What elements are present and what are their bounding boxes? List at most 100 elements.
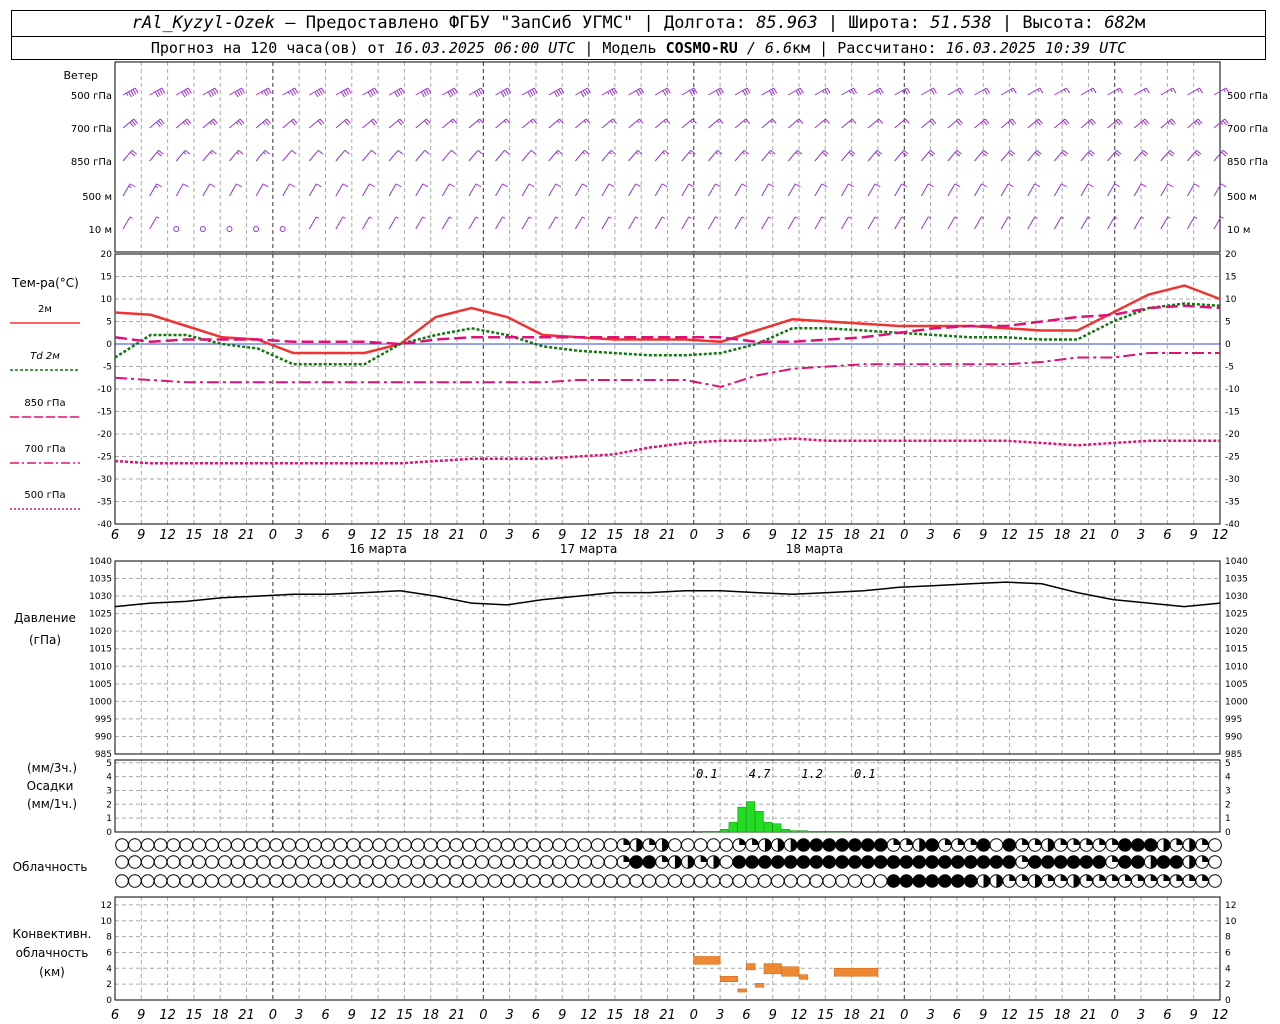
cloud-symbol (320, 874, 335, 888)
wind-barb-feather (585, 118, 591, 124)
x-tick-label-bottom: 12 (1212, 1008, 1229, 1023)
cloud-symbol-quarter (1086, 838, 1093, 845)
wind-barb (947, 216, 956, 230)
pressure-unit: (гПа) (29, 633, 61, 647)
wind-barb (335, 183, 344, 197)
wind-barb-feather (582, 90, 587, 96)
meteogram-chart: Ветер 500 гПа 500 гПа 700 гПа 700 гПа 850 гПа… (10, 61, 1268, 1023)
wind-barb-feather (821, 183, 828, 188)
wind-barb (1053, 183, 1062, 197)
wind-barb-feather (693, 87, 698, 94)
temp-tick-label: -20 (97, 430, 112, 440)
cloud-symbol (1169, 855, 1184, 869)
wind-barb-feather (450, 120, 454, 124)
wind-barb (441, 183, 450, 197)
wind-barb (495, 183, 503, 197)
wind-barb-feather (559, 118, 564, 124)
precip-bar (763, 822, 773, 833)
temp-tick-label-right: -20 (1225, 430, 1240, 440)
precip-bar (833, 831, 843, 833)
wind-barb (122, 216, 131, 230)
cloud-symbol (462, 874, 476, 888)
wind-barb (1160, 183, 1169, 197)
wind-barb-feather (185, 89, 190, 95)
wind-barb (335, 149, 346, 162)
wind-barb-feather (156, 216, 160, 219)
x-tick-label-bottom: 0 (690, 1008, 698, 1023)
wind-barb-feather (954, 183, 961, 188)
wind-barb-feather (1119, 87, 1124, 94)
cloud-symbol (385, 874, 399, 888)
x-tick-label-bottom: 12 (791, 1008, 808, 1023)
wind-barb (814, 183, 823, 197)
wind-barb-feather (1034, 183, 1041, 188)
conv-title-line: облачность (16, 946, 89, 960)
wind-barb-feather (609, 151, 612, 155)
wind-barb-feather (688, 151, 692, 155)
cloud-symbol (385, 855, 399, 869)
wind-barb-feather (369, 90, 374, 96)
wind-barb (415, 183, 424, 197)
x-tick-label: 6 (321, 528, 329, 543)
cloud-symbol (243, 838, 258, 852)
wind-barb-feather (1140, 183, 1147, 188)
wind-barb-feather (906, 87, 911, 94)
x-tick-label: 15 (186, 528, 203, 543)
cloud-symbol-quarter (1150, 874, 1158, 881)
cloud-symbol (205, 855, 219, 869)
wind-barb-feather (183, 151, 187, 155)
wind-barb-feather (235, 121, 239, 125)
wind-barb-feather (425, 89, 430, 95)
wind-barb (308, 216, 317, 230)
precip-tick-label-right: 0 (1225, 828, 1231, 838)
x-tick-label-bottom: 6 (321, 1008, 329, 1023)
wind-barb-feather (1090, 89, 1093, 93)
x-tick-label: 18 (212, 528, 229, 543)
cloud-symbol (590, 874, 605, 888)
cloud-symbol (166, 855, 181, 869)
wind-barb-feather (1007, 121, 1011, 125)
cloud-symbol (436, 838, 451, 852)
x-tick-label-bottom: 15 (396, 1008, 413, 1023)
cloud-symbol (796, 874, 811, 888)
cloud-symbol-quarter (893, 838, 900, 845)
cloud-symbol (256, 855, 271, 869)
wind-barb (415, 149, 426, 162)
wind-barb-feather (580, 91, 585, 98)
cloud-symbol (745, 874, 759, 888)
wind-barb-feather (1194, 216, 1198, 219)
cloud-symbol-half (790, 838, 797, 852)
cloud-symbol (796, 855, 811, 869)
wind-barb-feather (423, 90, 427, 96)
wind-barb-feather (957, 89, 962, 95)
cloud-symbol (938, 855, 952, 869)
wind-row (122, 216, 1224, 232)
wind-barb-feather (794, 183, 801, 188)
conv-tick-label-right: 10 (1225, 917, 1237, 927)
wind-barb (468, 183, 477, 197)
x-tick-label-bottom: 18 (212, 1008, 229, 1023)
precip-tick-label: 4 (106, 773, 112, 783)
wind-barb-feather (502, 216, 506, 219)
wind-barb (415, 216, 424, 230)
cloud-symbol (758, 855, 772, 869)
wind-barb (468, 149, 479, 162)
cloud-symbol (1079, 855, 1094, 869)
cloud-symbol (899, 855, 914, 869)
cloud-symbol (552, 874, 567, 888)
precip-tick-label: 3 (106, 786, 112, 796)
wind-barb-feather (477, 149, 483, 155)
cloud-symbol (500, 874, 515, 888)
wind-barb-feather (262, 183, 269, 188)
wind-barb-feather (609, 90, 614, 96)
wind-barb-feather (1167, 216, 1171, 219)
wind-barb-feather (1223, 89, 1226, 93)
precip-unit-1h: (мм/1ч.) (27, 797, 77, 811)
wind-barb-feather (689, 90, 694, 96)
cloud-symbol-half (674, 855, 682, 869)
precip-bar (842, 831, 852, 833)
cloud-symbol (166, 874, 181, 888)
cloud-symbol (308, 874, 322, 888)
cloud-symbol (282, 874, 296, 888)
x-tick-label-bottom: 0 (900, 1008, 908, 1023)
